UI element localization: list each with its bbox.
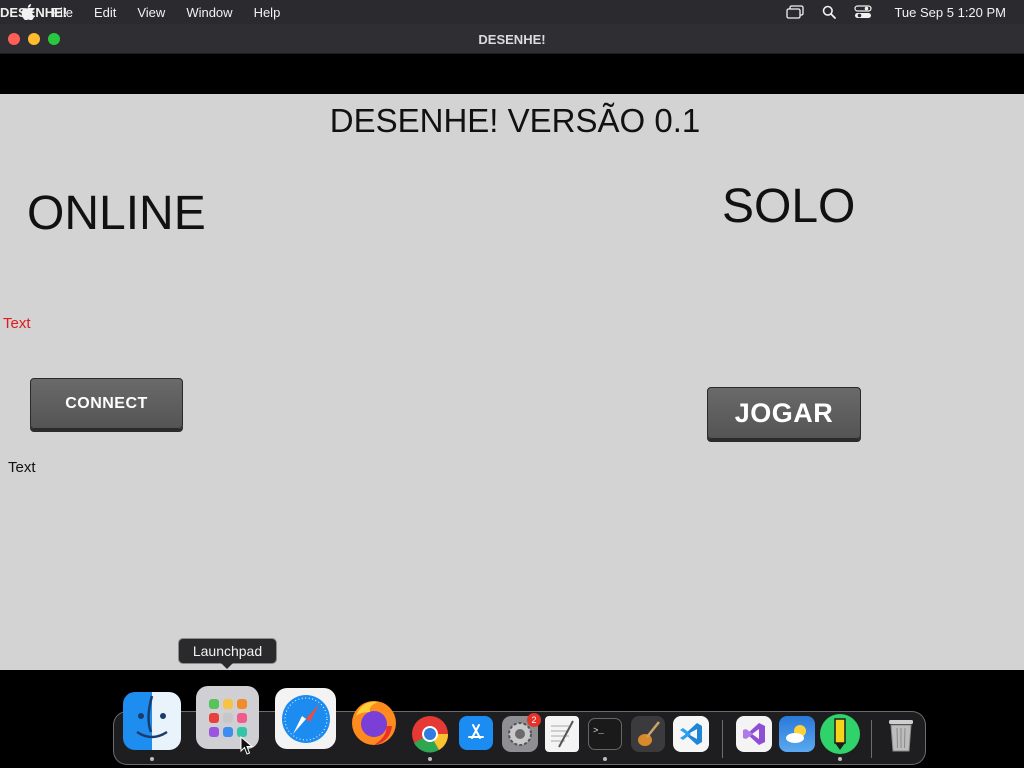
menu-help[interactable]: Help <box>254 5 281 20</box>
menu-clock[interactable]: Tue Sep 5 1:20 PM <box>894 5 1006 20</box>
window-title: DESENHE! <box>478 32 546 47</box>
trash-icon[interactable] <box>884 716 918 754</box>
visual-studio-icon[interactable] <box>736 716 772 752</box>
online-section-label: ONLINE <box>27 187 206 240</box>
textedit-icon[interactable] <box>545 716 579 752</box>
svg-text:>_: >_ <box>593 726 604 736</box>
spotlight-search-icon[interactable] <box>820 4 838 20</box>
menu-window[interactable]: Window <box>186 5 232 20</box>
connect-button[interactable]: CONNECT <box>30 378 183 429</box>
desenhe-app-icon[interactable] <box>820 714 860 754</box>
tooltip-arrow <box>221 663 233 669</box>
safari-icon[interactable] <box>275 688 336 749</box>
system-settings-icon[interactable]: 2 <box>502 713 541 752</box>
terminal-icon[interactable]: >_ <box>588 718 622 750</box>
dock-tooltip: Launchpad <box>178 638 277 664</box>
menu-bar: DESENHE! File Edit View Window Help Tue … <box>0 0 1024 24</box>
status-text: Text <box>8 459 36 476</box>
chrome-icon[interactable] <box>410 714 450 754</box>
screen-mirroring-icon[interactable] <box>786 4 805 20</box>
app-store-icon[interactable] <box>459 716 493 750</box>
mouse-cursor-icon <box>240 735 254 756</box>
dock-separator <box>722 720 723 758</box>
dock-separator-trash <box>871 720 872 758</box>
game-title: DESENHE! VERSÃO 0.1 <box>329 102 701 139</box>
solo-section-label: SOLO <box>722 180 856 233</box>
game-canvas: DESENHE! VERSÃO 0.1 ONLINE SOLO Text CON… <box>0 94 1024 670</box>
firefox-icon[interactable] <box>348 696 400 748</box>
terminal-running-dot <box>603 757 607 761</box>
connection-status-text: Text <box>3 315 31 332</box>
finder-icon[interactable] <box>123 692 181 750</box>
vscode-icon[interactable] <box>673 716 709 752</box>
window-titlebar[interactable]: DESENHE! <box>0 24 1024 54</box>
weather-icon[interactable] <box>779 716 815 752</box>
instruments-icon[interactable] <box>631 716 665 752</box>
finder-running-dot <box>150 757 154 761</box>
chrome-running-dot <box>428 757 432 761</box>
control-center-icon[interactable] <box>854 4 873 20</box>
menu-edit[interactable]: Edit <box>94 5 116 20</box>
menu-view[interactable]: View <box>137 5 165 20</box>
menu-extras: Tue Sep 5 1:20 PM <box>786 0 1006 24</box>
settings-badge: 2 <box>527 713 541 727</box>
window-top-band <box>0 54 1024 94</box>
desenhe-running-dot <box>838 757 842 761</box>
jogar-button[interactable]: JOGAR <box>707 387 861 439</box>
menu-app-name[interactable]: DESENHE! <box>0 5 67 20</box>
dock-area: Launchpad 2 >_ <box>0 638 1024 768</box>
